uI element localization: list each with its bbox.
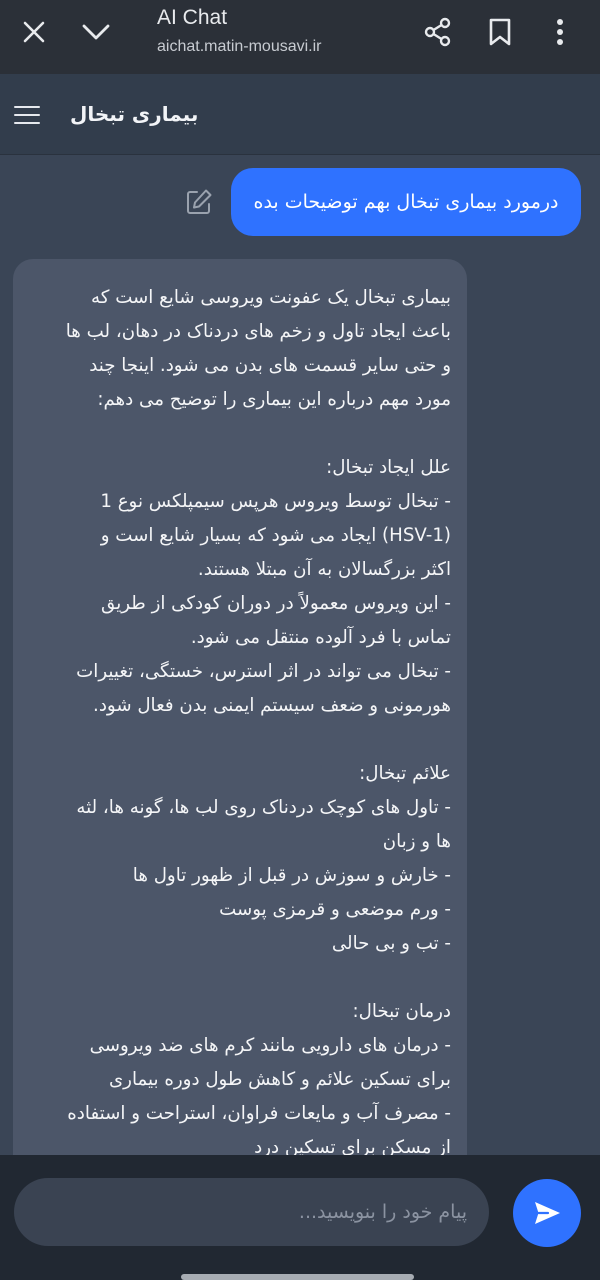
bookmark-icon[interactable] [480, 12, 520, 52]
bot-message-line: - ورم موضعی و قرمزی پوست [219, 899, 451, 920]
user-message-bubble: درمورد بیماری تبخال بهم توضیحات بده [231, 168, 581, 236]
bot-message-line: - درمان های دارویی مانند کرم های ضد ویرو… [89, 1035, 451, 1056]
bot-message-line: هورمونی و ضعف سیستم ایمنی بدن فعال شود. [93, 695, 451, 716]
bot-message-line: - تاول های کوچک دردناک روی لب ها، گونه ه… [76, 797, 451, 818]
browser-page-title: AI Chat [157, 6, 228, 29]
bot-message-line: - تب و بی حالی [331, 933, 451, 954]
bot-message-line: مورد مهم درباره این بیماری را توضیح می د… [97, 389, 451, 410]
share-icon[interactable] [418, 12, 458, 52]
browser-url[interactable]: aichat.matin-mousavi.ir [157, 38, 322, 56]
bot-message-line: - تبخال می تواند در اثر استرس، خستگی، تغ… [76, 661, 451, 682]
bot-message-line: - مصرف آب و مایعات فراوان، استراحت و است… [67, 1103, 451, 1124]
bot-message-line [31, 723, 451, 757]
bot-message-line: و حتی سایر قسمت های بدن می شود. اینجا چن… [89, 355, 451, 376]
bot-message-bubble: بیماری تبخال یک عفونت ویروسی شایع است که… [13, 259, 467, 1155]
bot-message-line: از مسکن برای تسکین درد [254, 1137, 451, 1155]
more-vertical-icon[interactable] [540, 12, 580, 52]
bot-message-line: علل ایجاد تبخال: [326, 457, 451, 478]
bot-message-text: بیماری تبخال یک عفونت ویروسی شایع است که… [31, 281, 451, 1155]
chat-title: بیماری تبخال [70, 102, 199, 126]
bot-message-line: اکثر بزرگسالان به آن مبتلا هستند. [197, 559, 451, 580]
send-button[interactable] [513, 1179, 581, 1247]
bot-message-line: تماس با فرد آلوده منتقل می شود. [190, 627, 451, 648]
user-message-text: درمورد بیماری تبخال بهم توضیحات بده [253, 191, 559, 213]
hamburger-menu-icon[interactable] [14, 98, 48, 132]
app-header: بیماری تبخال [0, 74, 600, 155]
bot-message-line [31, 961, 451, 995]
close-icon[interactable] [14, 12, 54, 52]
chat-messages[interactable]: درمورد بیماری تبخال بهم توضیحات بده بیما… [0, 155, 600, 1155]
bot-message-line: برای تسکین علائم و کاهش طول دوره بیماری [108, 1069, 451, 1090]
bot-message-line: باعث ایجاد تاول و زخم های دردناک در دهان… [65, 321, 451, 342]
browser-toolbar: AI Chat aichat.matin-mousavi.ir [0, 0, 600, 74]
bot-message-line: بیماری تبخال یک عفونت ویروسی شایع است که [91, 287, 451, 308]
message-composer [0, 1155, 600, 1280]
home-indicator [181, 1274, 414, 1280]
bot-message-line: - خارش و سوزش در قبل از ظهور تاول ها [132, 865, 451, 886]
bot-message-line: علائم تبخال: [359, 763, 451, 784]
chevron-down-icon[interactable] [74, 12, 118, 52]
edit-message-icon[interactable] [184, 187, 214, 217]
bot-message-line [31, 417, 451, 451]
bot-message-line: درمان تبخال: [352, 1001, 451, 1022]
bot-message-line: (HSV-1) ایجاد می شود که بسیار شایع است و [100, 525, 451, 546]
message-input[interactable] [14, 1178, 489, 1246]
bot-message-line: - تبخال توسط ویروس هرپس سیمپلکس نوع 1 [100, 491, 451, 512]
send-icon [535, 1202, 560, 1224]
bot-message-line: ها و زبان [382, 831, 451, 852]
bot-message-line: - این ویروس معمولاً در دوران کودکی از طر… [101, 593, 451, 614]
